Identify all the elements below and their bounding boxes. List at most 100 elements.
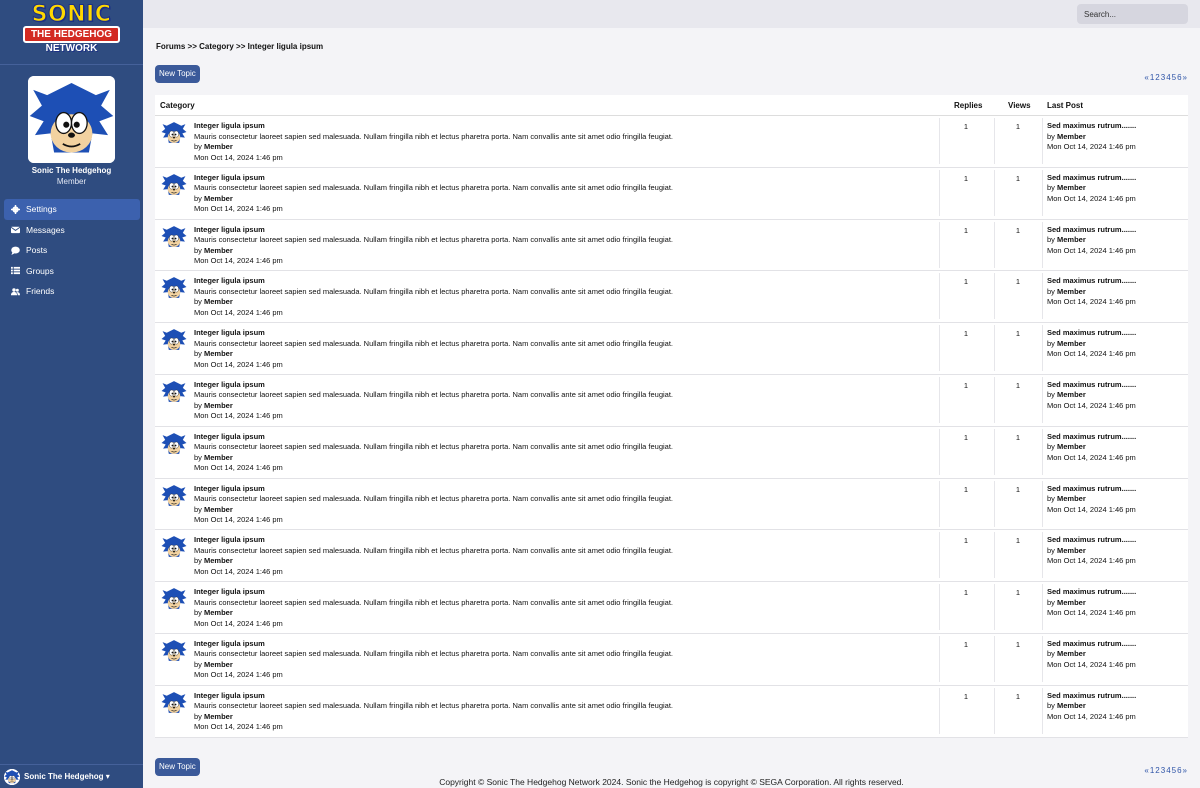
last-post-title[interactable]: Sed maximus rutrum....... <box>1047 121 1136 132</box>
pagination-page[interactable]: 6 <box>1177 73 1181 82</box>
table-row[interactable]: Integer ligula ipsum Mauris consectetur l… <box>155 479 1188 531</box>
sidebar-item-posts[interactable]: Posts <box>4 240 140 261</box>
topic-author[interactable]: Member <box>204 660 233 669</box>
sidebar-item-friends[interactable]: Friends <box>4 281 140 302</box>
last-post-title[interactable]: Sed maximus rutrum....... <box>1047 225 1136 236</box>
topic-title[interactable]: Integer ligula ipsum <box>194 484 673 495</box>
table-row[interactable]: Integer ligula ipsum Mauris consectetur l… <box>155 116 1188 168</box>
topic-author[interactable]: Member <box>204 349 233 358</box>
topic-author[interactable]: Member <box>204 194 233 203</box>
topic-title[interactable]: Integer ligula ipsum <box>194 535 673 546</box>
topic-author[interactable]: Member <box>204 556 233 565</box>
topic-author[interactable]: Member <box>204 401 233 410</box>
replies-count: 1 <box>963 484 969 494</box>
topic-title[interactable]: Integer ligula ipsum <box>194 432 673 443</box>
breadcrumb[interactable]: Forums >> Category >> Integer ligula ips… <box>156 42 323 51</box>
table-row[interactable]: Integer ligula ipsum Mauris consectetur l… <box>155 582 1188 634</box>
topic-title[interactable]: Integer ligula ipsum <box>194 587 673 598</box>
last-post: Sed maximus rutrum....... by Member Mon Oc… <box>1047 225 1136 257</box>
last-post-title[interactable]: Sed maximus rutrum....... <box>1047 173 1136 184</box>
pagination-next[interactable]: » <box>1183 73 1187 82</box>
table-row[interactable]: Integer ligula ipsum Mauris consectetur l… <box>155 427 1188 479</box>
last-post-author[interactable]: Member <box>1057 287 1086 296</box>
last-post-title[interactable]: Sed maximus rutrum....... <box>1047 484 1136 495</box>
pagination-page[interactable]: 6 <box>1177 766 1181 775</box>
last-post-author[interactable]: Member <box>1057 649 1086 658</box>
topic-title[interactable]: Integer ligula ipsum <box>194 225 673 236</box>
pagination-page[interactable]: 5 <box>1172 766 1176 775</box>
last-post-author[interactable]: Member <box>1057 442 1086 451</box>
topic-author[interactable]: Member <box>204 246 233 255</box>
topic-author[interactable]: Member <box>204 142 233 151</box>
table-row[interactable]: Integer ligula ipsum Mauris consectetur l… <box>155 634 1188 686</box>
replies-count: 1 <box>963 536 969 546</box>
list-icon <box>11 267 20 275</box>
pagination-prev[interactable]: « <box>1144 73 1148 82</box>
last-post-title[interactable]: Sed maximus rutrum....... <box>1047 587 1136 598</box>
column-divider <box>994 584 995 631</box>
table-row[interactable]: Integer ligula ipsum Mauris consectetur l… <box>155 375 1188 427</box>
pagination-next[interactable]: » <box>1183 766 1187 775</box>
last-post-author[interactable]: Member <box>1057 339 1086 348</box>
pagination-page[interactable]: 2 <box>1155 73 1159 82</box>
brand-logo[interactable]: SONIC THE HEDGEHOG NETWORK <box>0 0 143 62</box>
last-post-author[interactable]: Member <box>1057 598 1086 607</box>
last-post-title[interactable]: Sed maximus rutrum....... <box>1047 639 1136 650</box>
last-post-title[interactable]: Sed maximus rutrum....... <box>1047 380 1136 391</box>
sidebar-item-messages[interactable]: Messages <box>4 220 140 241</box>
last-post-title[interactable]: Sed maximus rutrum....... <box>1047 535 1136 546</box>
topic-title[interactable]: Integer ligula ipsum <box>194 639 673 650</box>
table-row[interactable]: Integer ligula ipsum Mauris consectetur l… <box>155 686 1188 738</box>
topic-author[interactable]: Member <box>204 297 233 306</box>
new-topic-button-bottom[interactable]: New Topic <box>155 758 200 776</box>
last-post-title[interactable]: Sed maximus rutrum....... <box>1047 432 1136 443</box>
last-post-title[interactable]: Sed maximus rutrum....... <box>1047 328 1136 339</box>
last-post-author[interactable]: Member <box>1057 701 1086 710</box>
search-input[interactable] <box>1077 4 1188 24</box>
pagination-prev[interactable]: « <box>1144 766 1148 775</box>
last-post-author[interactable]: Member <box>1057 235 1086 244</box>
table-row[interactable]: Integer ligula ipsum Mauris consectetur l… <box>155 220 1188 272</box>
topic-author[interactable]: Member <box>204 608 233 617</box>
topic-date: Mon Oct 14, 2024 1:46 pm <box>194 411 283 421</box>
pagination-page[interactable]: 1 <box>1150 73 1154 82</box>
topic-author[interactable]: Member <box>204 505 233 514</box>
last-post-author[interactable]: Member <box>1057 546 1086 555</box>
topic-title[interactable]: Integer ligula ipsum <box>194 328 673 339</box>
table-row[interactable]: Integer ligula ipsum Mauris consectetur l… <box>155 271 1188 324</box>
topic-title[interactable]: Integer ligula ipsum <box>194 276 673 287</box>
last-post-author[interactable]: Member <box>1057 390 1086 399</box>
topic-title[interactable]: Integer ligula ipsum <box>194 121 673 132</box>
topic-author[interactable]: Member <box>204 712 233 721</box>
topic-title[interactable]: Integer ligula ipsum <box>194 380 673 391</box>
last-post-title[interactable]: Sed maximus rutrum....... <box>1047 691 1136 702</box>
topic-title[interactable]: Integer ligula ipsum <box>194 173 673 184</box>
last-post-author[interactable]: Member <box>1057 183 1086 192</box>
last-post-author[interactable]: Member <box>1057 132 1086 141</box>
profile-avatar[interactable] <box>28 76 115 163</box>
pagination-page[interactable]: 3 <box>1161 766 1165 775</box>
table-row[interactable]: Integer ligula ipsum Mauris consectetur l… <box>155 530 1188 583</box>
topic-date: Mon Oct 14, 2024 1:46 pm <box>194 256 283 266</box>
sidebar-item-settings[interactable]: Settings <box>4 199 140 220</box>
pagination-page[interactable]: 4 <box>1166 73 1170 82</box>
pagination-page[interactable]: 1 <box>1150 766 1154 775</box>
last-post-author[interactable]: Member <box>1057 494 1086 503</box>
table-row[interactable]: Integer ligula ipsum Mauris consectetur l… <box>155 323 1188 375</box>
last-post-title[interactable]: Sed maximus rutrum....... <box>1047 276 1136 287</box>
new-topic-button[interactable]: New Topic <box>155 65 200 83</box>
pagination-page[interactable]: 5 <box>1172 73 1176 82</box>
pagination-page[interactable]: 3 <box>1161 73 1165 82</box>
pagination-page[interactable]: 2 <box>1155 766 1159 775</box>
table-row[interactable]: Integer ligula ipsum Mauris consectetur l… <box>155 168 1188 220</box>
user-menu[interactable]: Sonic The Hedgehog ▾ <box>0 764 143 788</box>
profile-name[interactable]: Sonic The Hedgehog <box>0 166 143 175</box>
last-post: Sed maximus rutrum....... by Member Mon Oc… <box>1047 639 1136 671</box>
sidebar-item-groups[interactable]: Groups <box>4 261 140 282</box>
topic-description: Mauris consectetur laoreet sapien sed ma… <box>194 286 673 296</box>
topic-title[interactable]: Integer ligula ipsum <box>194 691 673 702</box>
pagination-page[interactable]: 4 <box>1166 766 1170 775</box>
topic-author[interactable]: Member <box>204 453 233 462</box>
last-post: Sed maximus rutrum....... by Member Mon Oc… <box>1047 484 1136 516</box>
column-divider <box>994 118 995 164</box>
